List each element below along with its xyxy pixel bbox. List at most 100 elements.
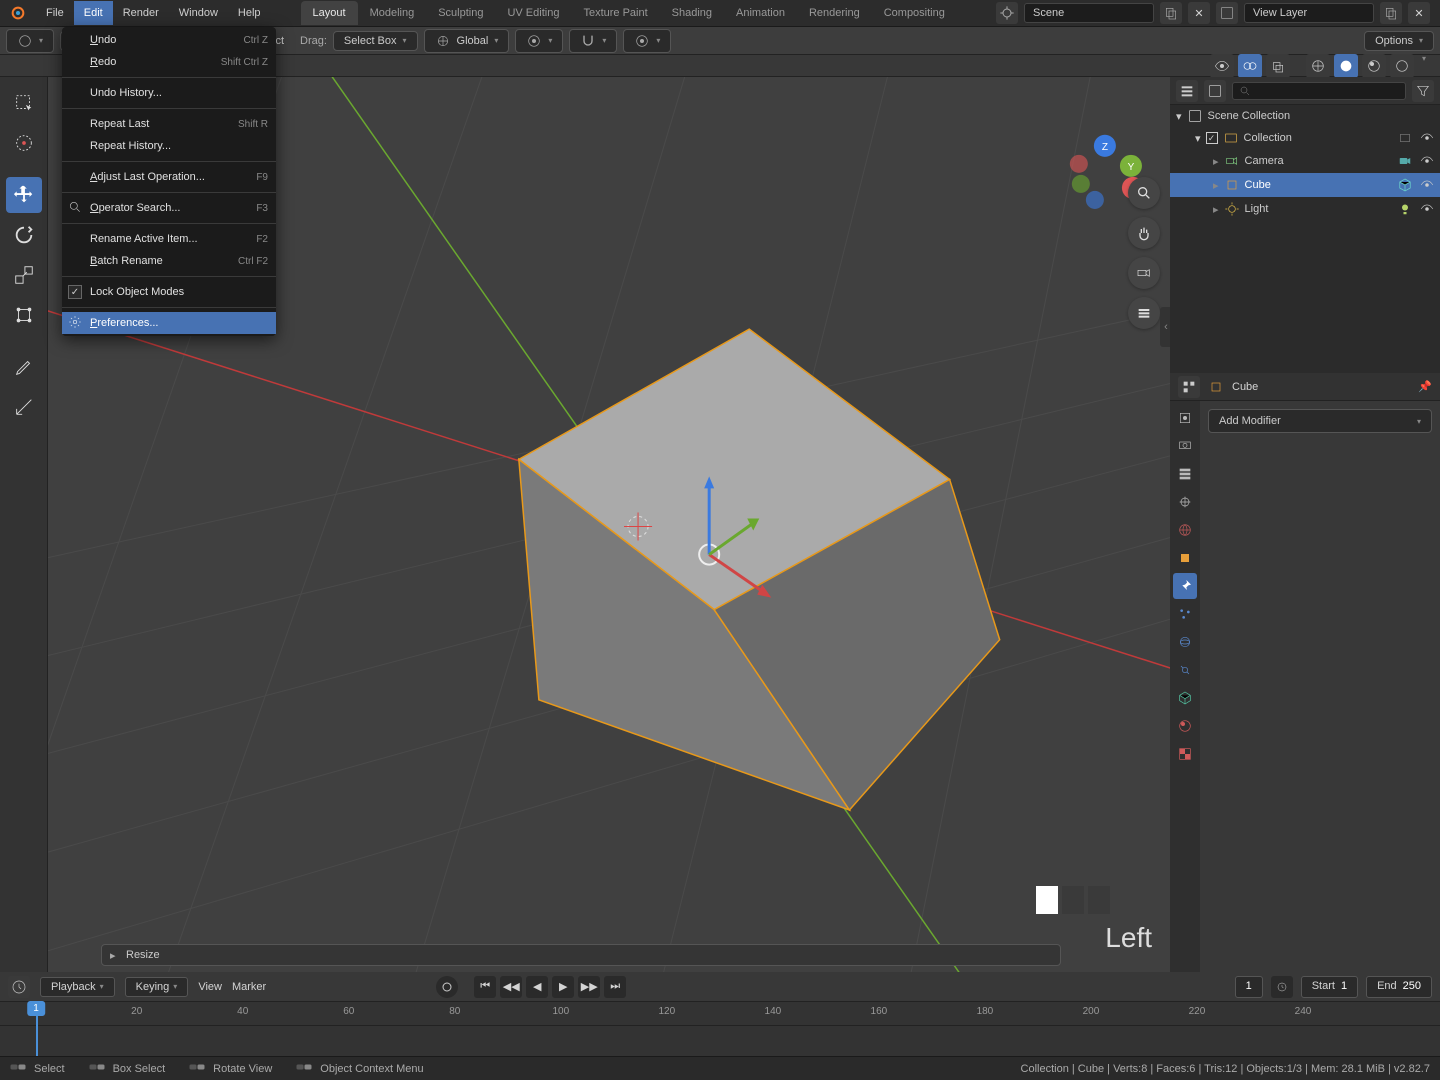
prop-tab-output[interactable]	[1173, 433, 1197, 459]
prop-tab-modifier[interactable]	[1173, 573, 1197, 599]
pan-icon[interactable]	[1128, 217, 1160, 249]
outliner-tree[interactable]: ▾ Scene Collection ▾ ✓ Collection ▸Camer…	[1170, 105, 1440, 373]
close-layer-icon[interactable]: ✕	[1408, 2, 1430, 24]
playback-menu[interactable]: Playback▾	[40, 977, 115, 997]
jump-start-icon[interactable]: ⏮	[474, 976, 496, 998]
keying-menu[interactable]: Keying▾	[125, 977, 189, 997]
menu-edit[interactable]: Edit	[74, 1, 113, 25]
play-reverse-icon[interactable]: ◀	[526, 976, 548, 998]
outliner-filter-popover[interactable]	[1412, 80, 1434, 102]
edit-menu-repeat-history[interactable]: Repeat History...	[62, 135, 276, 157]
menu-window[interactable]: Window	[169, 1, 228, 25]
shading-rendered-icon[interactable]	[1390, 54, 1414, 78]
frame-jump-icon[interactable]	[1271, 976, 1293, 998]
workspace-tab-uv-editing[interactable]: UV Editing	[495, 1, 571, 25]
tool-cursor[interactable]	[6, 125, 42, 161]
edit-menu-repeat-last[interactable]: Repeat LastShift R	[62, 113, 276, 135]
prop-tab-material[interactable]	[1173, 713, 1197, 739]
end-frame-field[interactable]: End250	[1366, 976, 1432, 998]
menu-render[interactable]: Render	[113, 1, 169, 25]
tree-item-cube[interactable]: ▸Cube	[1170, 173, 1440, 197]
tool-annotate[interactable]	[6, 349, 42, 385]
workspace-tab-texture-paint[interactable]: Texture Paint	[571, 1, 659, 25]
overlay-toggle-icon[interactable]	[1238, 54, 1262, 78]
tool-transform[interactable]	[6, 297, 42, 333]
timeline-marker-menu[interactable]: Marker	[232, 981, 266, 993]
shading-solid-icon[interactable]	[1334, 54, 1358, 78]
shading-wireframe-icon[interactable]	[1306, 54, 1330, 78]
outliner-search[interactable]	[1232, 82, 1406, 100]
prev-key-icon[interactable]: ◀◀	[500, 976, 522, 998]
tool-select-box[interactable]	[6, 85, 42, 121]
camera-view-icon[interactable]	[1128, 257, 1160, 289]
copy-scene-icon[interactable]	[1160, 2, 1182, 24]
perspective-icon[interactable]	[1128, 297, 1160, 329]
tool-scale[interactable]	[6, 257, 42, 293]
sidebar-toggle[interactable]: ‹	[1160, 307, 1170, 347]
prop-tab-mesh[interactable]	[1173, 685, 1197, 711]
proportional-edit[interactable]: ▾	[623, 29, 671, 53]
timeline-editor-icon[interactable]	[8, 976, 30, 998]
snap-toggle[interactable]: ▾	[569, 29, 617, 53]
prop-tab-scene[interactable]	[1173, 489, 1197, 515]
outliner-filter-icon[interactable]	[1204, 80, 1226, 102]
options-dropdown[interactable]: Options▾	[1364, 31, 1434, 51]
edit-menu-preferences[interactable]: Preferences...	[62, 312, 276, 334]
shading-material-icon[interactable]	[1362, 54, 1386, 78]
last-operator-panel[interactable]: Resize	[101, 944, 1061, 966]
gizmo-visibility-icon[interactable]	[1210, 54, 1234, 78]
prop-tab-viewlayer[interactable]	[1173, 461, 1197, 487]
scene-name-field[interactable]: Scene	[1024, 3, 1154, 23]
close-scene-icon[interactable]: ✕	[1188, 2, 1210, 24]
zoom-icon[interactable]	[1128, 177, 1160, 209]
edit-menu-undo[interactable]: UndoCtrl Z	[62, 29, 276, 51]
jump-end-icon[interactable]: ⏭	[604, 976, 626, 998]
edit-menu-operator-search[interactable]: Operator Search...F3	[62, 197, 276, 219]
tool-measure[interactable]	[6, 389, 42, 425]
workspace-tab-compositing[interactable]: Compositing	[872, 1, 957, 25]
auto-key-icon[interactable]	[436, 976, 458, 998]
tool-move[interactable]	[6, 177, 42, 213]
view-layer-icon[interactable]	[1216, 2, 1238, 24]
edit-menu-adjust-last-operation[interactable]: Adjust Last Operation...F9	[62, 166, 276, 188]
menu-file[interactable]: File	[36, 1, 74, 25]
prop-tab-texture[interactable]	[1173, 741, 1197, 767]
prop-tab-object[interactable]	[1173, 545, 1197, 571]
timeline-view-menu[interactable]: View	[198, 981, 222, 993]
tree-item-camera[interactable]: ▸Camera	[1170, 149, 1440, 173]
prop-tab-particle[interactable]	[1173, 601, 1197, 627]
edit-menu-batch-rename[interactable]: Batch RenameCtrl F2	[62, 250, 276, 272]
drag-mode-selector[interactable]: Select Box▾	[333, 31, 418, 51]
edit-menu-lock-object-modes[interactable]: Lock Object Modes	[62, 281, 276, 303]
tree-scene-collection[interactable]: ▾ Scene Collection	[1170, 105, 1440, 127]
play-icon[interactable]: ▶	[552, 976, 574, 998]
prop-tab-world[interactable]	[1173, 517, 1197, 543]
copy-layer-icon[interactable]	[1380, 2, 1402, 24]
tree-collection[interactable]: ▾ ✓ Collection	[1170, 127, 1440, 149]
workspace-tab-shading[interactable]: Shading	[660, 1, 724, 25]
workspace-tab-animation[interactable]: Animation	[724, 1, 797, 25]
timeline-track[interactable]: 20406080100120140160180200220240 1	[0, 1002, 1440, 1056]
workspace-tab-sculpting[interactable]: Sculpting	[426, 1, 495, 25]
props-editor-icon[interactable]	[1178, 376, 1200, 398]
xray-toggle-icon[interactable]	[1266, 54, 1290, 78]
workspace-tab-layout[interactable]: Layout	[301, 1, 358, 25]
view-layer-field[interactable]: View Layer	[1244, 3, 1374, 23]
workspace-tab-modeling[interactable]: Modeling	[358, 1, 427, 25]
edit-menu-rename-active-item[interactable]: Rename Active Item...F2	[62, 228, 276, 250]
tool-rotate[interactable]	[6, 217, 42, 253]
next-key-icon[interactable]: ▶▶	[578, 976, 600, 998]
prop-tab-constraint[interactable]	[1173, 657, 1197, 683]
tree-item-light[interactable]: ▸Light	[1170, 197, 1440, 221]
edit-menu-redo[interactable]: RedoShift Ctrl Z	[62, 51, 276, 73]
menu-help[interactable]: Help	[228, 1, 271, 25]
prop-tab-render[interactable]	[1173, 405, 1197, 431]
prop-tab-physics[interactable]	[1173, 629, 1197, 655]
edit-menu-undo-history[interactable]: Undo History...	[62, 82, 276, 104]
add-modifier-dropdown[interactable]: Add Modifier ▾	[1208, 409, 1432, 433]
pivot-selector[interactable]: ▾	[515, 29, 563, 53]
orientation-selector[interactable]: Global▾	[424, 29, 510, 53]
current-frame-field[interactable]: 1	[1235, 976, 1263, 998]
workspace-tab-rendering[interactable]: Rendering	[797, 1, 872, 25]
editor-type-selector[interactable]: ▾	[6, 29, 54, 53]
